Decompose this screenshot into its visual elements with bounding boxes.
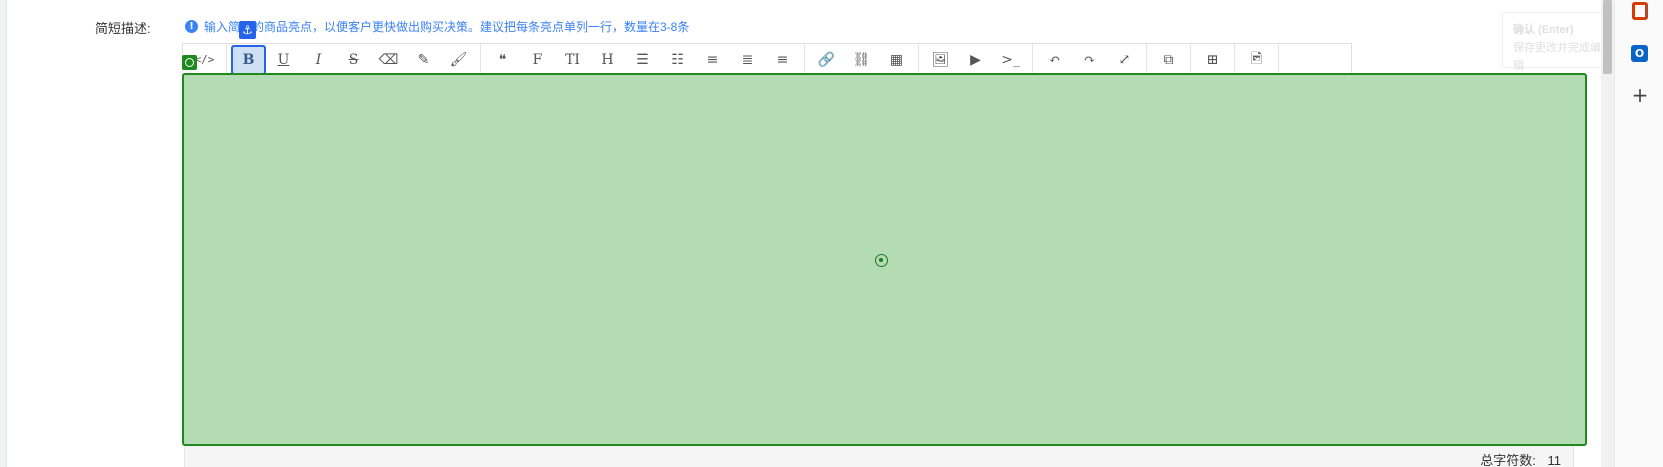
widgets-button[interactable]: ⊞ (1195, 45, 1230, 75)
video-button[interactable]: ▶ (958, 45, 993, 75)
tooltip-body: 保存更改并完成编辑 (1513, 42, 1601, 72)
image-edit-button[interactable]: 🖻 (1239, 45, 1274, 75)
toolbar-group: 🖼 ▶ >_ (919, 44, 1033, 75)
ordered-list-button[interactable]: ☷ (660, 45, 695, 75)
toolbar-group: B U I S ⌫ ✎ 🖌 (227, 44, 481, 75)
target-icon (182, 55, 197, 70)
align-left-button[interactable]: ≡ (695, 45, 730, 75)
code-block-icon: >_ (1001, 51, 1020, 68)
bold-button[interactable]: B (231, 44, 266, 75)
font-size-icon: TI (565, 51, 580, 68)
pen-button[interactable]: ✎ (406, 45, 441, 75)
confirm-tooltip: 确认 (Enter) 保存更改并完成编辑 (1502, 12, 1614, 72)
table-button[interactable]: ▦ (879, 45, 914, 75)
align-center-icon: ≣ (741, 51, 754, 68)
short-description-label: 简短描述: (95, 21, 151, 36)
gallery-icon: ⧉ (1163, 51, 1174, 68)
source-code-icon: </> (194, 53, 215, 66)
italic-icon: I (315, 51, 322, 68)
undo-button[interactable]: ↶ (1037, 45, 1072, 75)
toolbar-group: ⊞ (1191, 44, 1235, 75)
underline-icon: U (277, 51, 290, 68)
right-side-rail: O + (1614, 0, 1663, 467)
redo-button[interactable]: ↷ (1072, 45, 1107, 75)
image-icon: 🖼 (931, 51, 950, 68)
fullscreen-button[interactable]: ⤢ (1107, 45, 1142, 75)
unlink-button[interactable]: ⛓ (844, 45, 879, 75)
editor-content-area[interactable] (182, 73, 1587, 446)
code-block-button[interactable]: >_ (993, 45, 1028, 75)
toolbar-group: ⧉ (1147, 44, 1191, 75)
strikethrough-icon: S (348, 51, 359, 68)
align-right-icon: ≡ (776, 51, 789, 68)
link-button[interactable]: 🔗 (809, 45, 844, 75)
outlook-icon[interactable]: O (1631, 45, 1648, 62)
tooltip-title: 确认 (Enter) (1513, 24, 1574, 36)
char-count-label: 总字符数: (1480, 453, 1536, 467)
blockquote-button[interactable]: ❝ (485, 45, 520, 75)
strikethrough-button[interactable]: S (336, 45, 371, 75)
info-icon: ! (185, 20, 198, 33)
blockquote-icon: ❝ (498, 51, 507, 68)
font-size-button[interactable]: TI (555, 45, 590, 75)
fullscreen-icon: ⤢ (1118, 51, 1131, 68)
toolbar-group: 🔗 ⛓ ▦ (805, 44, 919, 75)
unordered-list-button[interactable]: ☰ (625, 45, 660, 75)
align-right-button[interactable]: ≡ (765, 45, 800, 75)
unlink-icon: ⛓ (852, 51, 871, 68)
heading-button[interactable]: H (590, 45, 625, 75)
office-icon[interactable] (1632, 2, 1648, 20)
pen-icon: ✎ (417, 51, 430, 68)
toolbar-group: 🖻 (1235, 44, 1279, 75)
brush-button[interactable]: 🖌 (441, 45, 476, 75)
scrollbar-thumb[interactable] (1603, 0, 1612, 74)
editor-toolbar: </> B U I S ⌫ ✎ 🖌 ❝ F TI H ☰ ☷ ≡ ≣ ≡ 🔗 ⛓ ▦ 🖼 ▶ >_ ↶ ↷ ⤢ ⧉ ⊞ 🖻 (182, 43, 1352, 75)
undo-icon: ↶ (1048, 51, 1061, 68)
hint-text: ! 输入简短的商品亮点，以便客户更快做出购买决策。建议把每条亮点单列一行，数量在… (185, 18, 689, 35)
add-icon[interactable]: + (1631, 85, 1649, 105)
heading-icon: H (601, 51, 614, 68)
gallery-button[interactable]: ⧉ (1151, 45, 1186, 75)
crosshair-icon (875, 254, 888, 267)
vertical-scrollbar[interactable] (1601, 0, 1614, 467)
table-icon: ▦ (889, 51, 904, 68)
align-left-icon: ≡ (706, 51, 719, 68)
anchor-icon: ⚓ (239, 21, 256, 39)
rich-text-editor: </> B U I S ⌫ ✎ 🖌 ❝ F TI H ☰ ☷ ≡ ≣ ≡ 🔗 ⛓ ▦ 🖼 ▶ >_ ↶ ↷ ⤢ ⧉ ⊞ 🖻 ⚓ 总字符数… (182, 21, 1587, 467)
char-count: 总字符数: 11 (1480, 450, 1561, 467)
char-count-value: 11 (1547, 453, 1562, 467)
align-center-button[interactable]: ≣ (730, 45, 765, 75)
editor-status-bar: 总字符数: 11 (184, 446, 1574, 467)
italic-button[interactable]: I (301, 45, 336, 75)
underline-button[interactable]: U (266, 45, 301, 75)
link-icon: 🔗 (817, 51, 836, 68)
font-family-icon: F (532, 51, 543, 68)
hint-message: 输入简短的商品亮点，以便客户更快做出购买决策。建议把每条亮点单列一行，数量在3-… (204, 20, 690, 34)
form-page: 简短描述: ! 输入简短的商品亮点，以便客户更快做出购买决策。建议把每条亮点单列… (6, 0, 1614, 467)
font-family-button[interactable]: F (520, 45, 555, 75)
ordered-list-icon: ☷ (671, 51, 684, 68)
widgets-icon: ⊞ (1206, 51, 1219, 68)
image-edit-icon: 🖻 (1250, 50, 1263, 67)
brush-icon: 🖌 (449, 51, 468, 68)
toolbar-group: ❝ F TI H ☰ ☷ ≡ ≣ ≡ (481, 44, 805, 75)
unordered-list-icon: ☰ (636, 51, 649, 68)
image-button[interactable]: 🖼 (923, 45, 958, 75)
eraser-icon: ⌫ (378, 51, 399, 68)
redo-icon: ↷ (1083, 51, 1096, 68)
bold-icon: B (242, 51, 255, 68)
video-icon: ▶ (970, 51, 981, 68)
toolbar-group: ↶ ↷ ⤢ (1033, 44, 1147, 75)
eraser-button[interactable]: ⌫ (371, 45, 406, 75)
